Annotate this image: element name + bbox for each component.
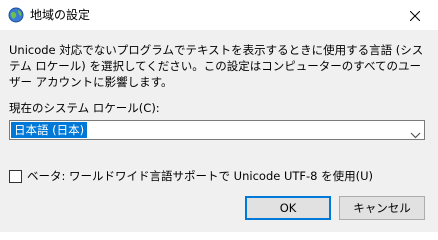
close-icon [409, 6, 421, 25]
title-bar: 地域の設定 [0, 0, 438, 30]
region-settings-dialog: 地域の設定 Unicode 対応でないプログラムでテキストを表示するときに使用す… [0, 0, 438, 232]
system-locale-select[interactable]: 日本語 (日本) [9, 120, 425, 140]
selected-locale: 日本語 (日本) [11, 122, 88, 138]
utf8-beta-checkbox[interactable] [9, 170, 22, 183]
window-title: 地域の設定 [30, 8, 91, 22]
globe-icon [8, 7, 24, 23]
utf8-beta-label[interactable]: ベータ: ワールドワイド言語サポートで Unicode UTF-8 を使用(U) [27, 168, 373, 184]
chevron-down-icon [410, 125, 421, 139]
close-button[interactable] [392, 0, 438, 30]
description-text: Unicode 対応でないプログラムでテキストを表示するときに使用する言語 (シ… [9, 43, 424, 89]
system-locale-label: 現在のシステム ロケール(C): [9, 101, 160, 115]
ok-button[interactable]: OK [245, 196, 331, 220]
cancel-button[interactable]: キャンセル [339, 196, 425, 220]
